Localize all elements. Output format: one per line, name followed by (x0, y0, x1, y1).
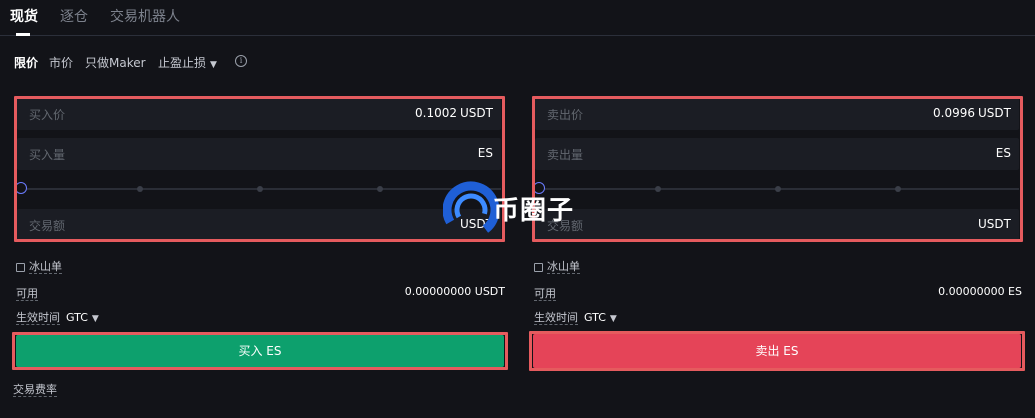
sell-tif-select[interactable]: GTC ▼ (584, 311, 617, 324)
trade-mode-tabs: 现货 逐仓 交易机器人 (0, 0, 1035, 36)
buy-time-in-force: 生效时间 GTC ▼ (16, 309, 99, 325)
fee-rate-link[interactable]: 交易费率 (13, 381, 57, 397)
order-type-maker-only[interactable]: 只做Maker (85, 54, 146, 71)
watermark-text: 币圈子 (493, 196, 575, 226)
checkbox-icon (534, 262, 543, 272)
sell-available-value: 0.00000000 ES (938, 285, 1022, 298)
caret-down-icon: ▼ (91, 314, 99, 324)
buy-available-row: 可用 (16, 285, 38, 301)
buy-tif-value: GTC (66, 311, 88, 324)
sell-tif-value: GTC (584, 311, 606, 324)
tab-isolated[interactable]: 逐仓 (60, 6, 88, 26)
buy-input-highlight (14, 96, 505, 242)
order-type-stop-label: 止盈止损 (158, 56, 207, 70)
active-tab-indicator (16, 33, 30, 36)
buy-iceberg-label: 冰山单 (29, 260, 62, 274)
buy-available-label: 可用 (16, 287, 38, 301)
sell-input-highlight (532, 96, 1023, 242)
sell-time-in-force: 生效时间 GTC ▼ (534, 309, 617, 325)
sell-tif-label: 生效时间 (534, 311, 578, 325)
watermark-logo: 币圈子 (442, 180, 593, 240)
caret-down-icon: ▼ (609, 314, 617, 324)
sell-iceberg-checkbox[interactable]: 冰山单 (534, 258, 580, 274)
buy-tif-label: 生效时间 (16, 311, 60, 325)
buy-button[interactable]: 买入 ES (16, 335, 504, 367)
sell-button[interactable]: 卖出 ES (533, 334, 1021, 368)
order-type-limit[interactable]: 限价 (14, 54, 38, 71)
sell-available-label: 可用 (534, 287, 556, 301)
checkbox-icon (16, 262, 25, 272)
buy-available-value: 0.00000000 USDT (404, 285, 505, 298)
tab-spot[interactable]: 现货 (10, 6, 38, 26)
sell-available-row: 可用 (534, 285, 556, 301)
order-type-market[interactable]: 市价 (49, 54, 73, 71)
fee-rate-label: 交易费率 (13, 383, 57, 397)
tab-trading-bot[interactable]: 交易机器人 (110, 6, 180, 26)
order-type-stop-dropdown[interactable]: 止盈止损 ▼ (158, 54, 217, 71)
buy-tif-select[interactable]: GTC ▼ (66, 311, 99, 324)
caret-down-icon: ▼ (210, 60, 217, 70)
buy-iceberg-checkbox[interactable]: 冰山单 (16, 258, 62, 274)
sell-iceberg-label: 冰山单 (547, 260, 580, 274)
info-icon[interactable]: i (235, 55, 247, 67)
